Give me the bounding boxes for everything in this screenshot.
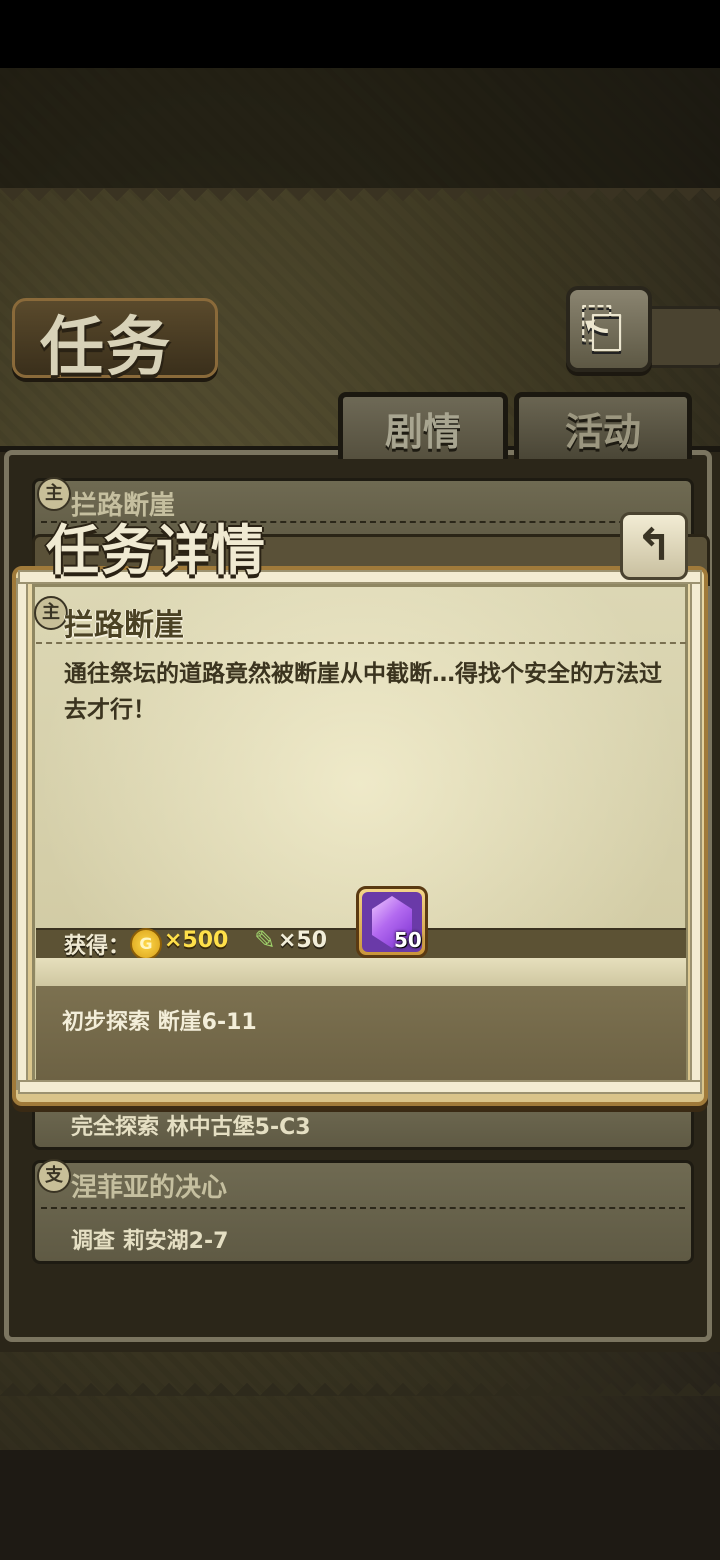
bottom-shade bbox=[0, 1450, 720, 1560]
tab-story-label: 剧情 bbox=[384, 409, 461, 454]
quest-objective: 初步探索 断崖6-11 bbox=[62, 1010, 257, 1035]
quest-objective: 完全探索 林中古堡5-C3 bbox=[71, 1115, 311, 1140]
return-arrow-icon: ⎗ bbox=[580, 296, 624, 359]
gold-amount: ×500 bbox=[164, 928, 229, 953]
quest-objective: 调查 莉安湖2-7 bbox=[71, 1229, 229, 1254]
zigzag-border-bottom bbox=[0, 1370, 720, 1396]
zigzag-border-top bbox=[0, 188, 720, 214]
tab-story[interactable]: 剧情 bbox=[338, 392, 508, 459]
dialog-frame-right bbox=[690, 578, 702, 1090]
gold-coin-icon: G bbox=[130, 928, 162, 960]
divider bbox=[41, 1207, 685, 1209]
feather-icon: ✎ bbox=[254, 926, 276, 956]
main-quest-badge-icon: 主 bbox=[34, 596, 68, 630]
quest-name: 拦路断崖 bbox=[64, 608, 184, 643]
dialog-title: 任务详情 bbox=[46, 519, 266, 582]
page-title: 任务 bbox=[40, 311, 172, 385]
top-shade bbox=[0, 68, 720, 188]
quest-list-item[interactable]: 支 涅菲亚的决心 调查 莉安湖2-7 bbox=[32, 1159, 694, 1264]
tab-event-label: 活动 bbox=[564, 409, 641, 454]
dialog-back-button[interactable]: ↰ bbox=[620, 512, 688, 580]
feather-amount: ×50 bbox=[278, 928, 328, 953]
return-arrow-icon: ↰ bbox=[635, 520, 673, 571]
quest-title: 涅菲亚的决心 bbox=[71, 1173, 228, 1203]
side-quest-badge-icon: 支 bbox=[37, 1159, 71, 1193]
torn-paper-strip bbox=[36, 958, 686, 986]
top-black-bar bbox=[0, 0, 720, 68]
gem-amount: 50 bbox=[394, 928, 422, 952]
tab-event[interactable]: 活动 bbox=[514, 392, 692, 459]
quest-description: 通往祭坛的道路竟然被断崖从中截断…得找个安全的方法过去才行！ bbox=[64, 661, 662, 723]
back-button-base bbox=[640, 306, 720, 368]
dialog-frame-left bbox=[16, 578, 28, 1090]
dialog-frame-bottom bbox=[18, 1080, 702, 1094]
reward-label: 获得： bbox=[64, 934, 131, 959]
